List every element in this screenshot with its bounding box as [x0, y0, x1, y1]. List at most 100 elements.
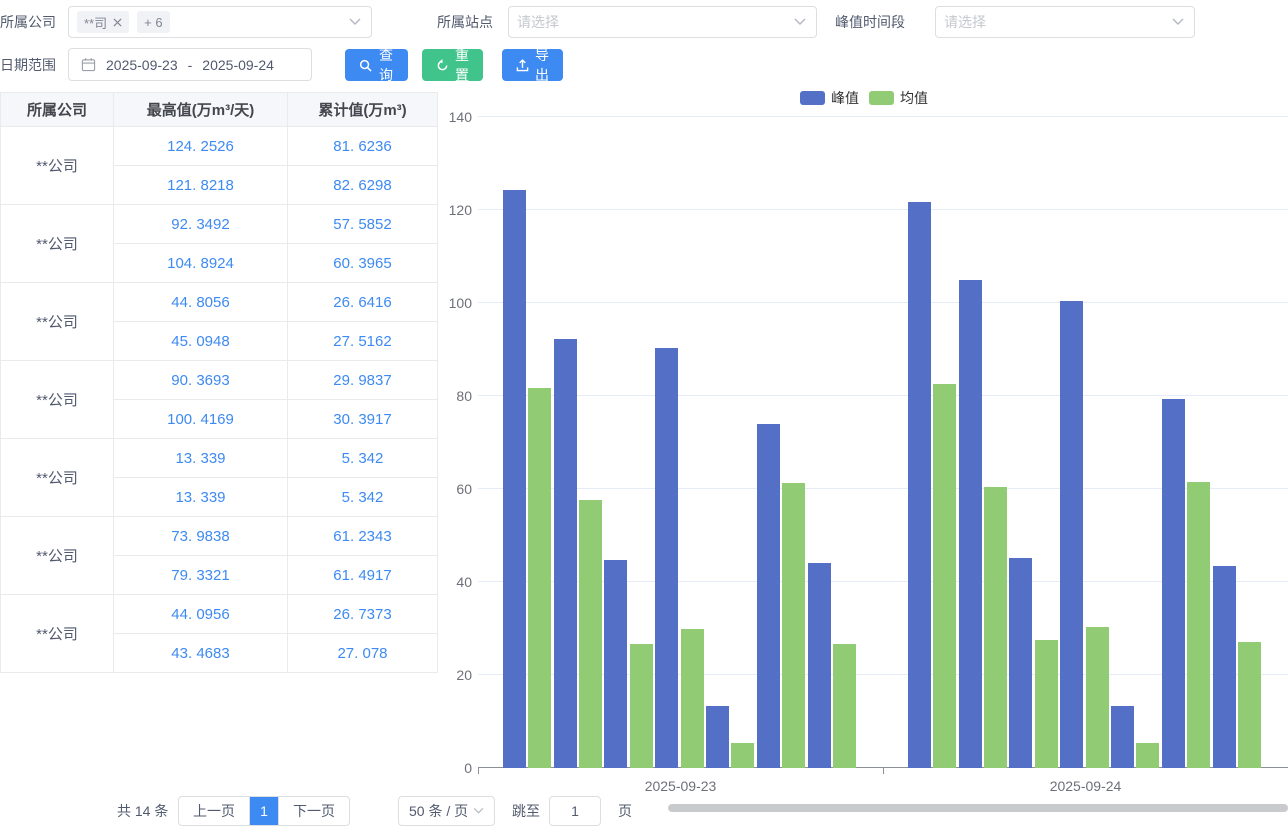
- y-axis-tick-label: 80: [438, 388, 472, 404]
- cumulative-value-cell[interactable]: 5. 342: [288, 478, 438, 517]
- reset-button[interactable]: 重置: [422, 49, 483, 81]
- legend-swatch-peak: [800, 91, 825, 105]
- reset-icon: [436, 59, 449, 72]
- avg-bar: [579, 500, 602, 768]
- chart-plot: 020406080100120140: [478, 117, 1288, 768]
- peak-period-select[interactable]: 请选择: [935, 6, 1195, 38]
- avg-bar: [933, 384, 956, 768]
- station-placeholder: 请选择: [517, 12, 559, 32]
- cumulative-value-cell[interactable]: 82. 6298: [288, 166, 438, 205]
- max-value-cell[interactable]: 73. 9838: [114, 517, 288, 556]
- max-value-cell[interactable]: 79. 3321: [114, 556, 288, 595]
- company-cell: **公司: [1, 283, 114, 361]
- max-value-cell[interactable]: 121. 8218: [114, 166, 288, 205]
- search-icon: [359, 59, 372, 72]
- max-value-cell[interactable]: 43. 4683: [114, 634, 288, 673]
- station-select[interactable]: 请选择: [508, 6, 817, 38]
- cumulative-value-cell[interactable]: 27. 5162: [288, 322, 438, 361]
- company-select[interactable]: **司 + 6: [68, 6, 372, 38]
- avg-bar: [731, 743, 754, 768]
- y-axis-tick-label: 40: [438, 574, 472, 590]
- peak-bar: [908, 202, 931, 768]
- date-range-input[interactable]: 2025-09-23 - 2025-09-24: [68, 48, 312, 81]
- max-value-cell[interactable]: 100. 4169: [114, 400, 288, 439]
- company-data-table: 所属公司 最高值(万m³/天) 累计值(万m³) **公司124. 252681…: [0, 92, 438, 673]
- export-button-label: 导出: [535, 45, 549, 85]
- gridline: [478, 116, 1288, 117]
- avg-bar: [1086, 627, 1109, 768]
- avg-bar: [984, 487, 1007, 768]
- avg-bar: [833, 644, 856, 768]
- cumulative-value-cell[interactable]: 61. 4917: [288, 556, 438, 595]
- peak-bar: [1162, 399, 1185, 768]
- calendar-icon: [81, 57, 96, 72]
- peak-bar: [655, 348, 678, 768]
- peak-bar: [808, 563, 831, 768]
- max-value-cell[interactable]: 104. 8924: [114, 244, 288, 283]
- next-page-button[interactable]: 下一页: [278, 797, 349, 825]
- column-header-max: 最高值(万m³/天): [114, 93, 288, 127]
- peak-bar: [706, 706, 729, 768]
- max-value-cell[interactable]: 13. 339: [114, 439, 288, 478]
- company-tag-label: **司: [84, 13, 107, 32]
- cumulative-value-cell[interactable]: 30. 3917: [288, 400, 438, 439]
- table-row: **公司90. 369329. 9837: [1, 361, 438, 400]
- export-button[interactable]: 导出: [502, 49, 563, 81]
- max-value-cell[interactable]: 13. 339: [114, 478, 288, 517]
- max-value-cell[interactable]: 90. 3693: [114, 361, 288, 400]
- table-row: **公司44. 095626. 7373: [1, 595, 438, 634]
- gridline: [478, 302, 1288, 303]
- query-button-label: 查询: [378, 45, 394, 85]
- max-value-cell[interactable]: 124. 2526: [114, 127, 288, 166]
- cumulative-value-cell[interactable]: 60. 3965: [288, 244, 438, 283]
- cumulative-value-cell[interactable]: 26. 6416: [288, 283, 438, 322]
- legend-item-peak[interactable]: 峰值: [800, 88, 859, 108]
- peak-bar: [604, 560, 627, 768]
- peak-bar: [554, 339, 577, 768]
- avg-bar: [1187, 482, 1210, 768]
- tag-close-icon[interactable]: [113, 18, 122, 27]
- y-axis-tick-label: 0: [438, 760, 472, 776]
- peak-bar: [757, 424, 780, 768]
- y-axis-tick-label: 100: [438, 295, 472, 311]
- peak-bar: [959, 280, 982, 768]
- column-header-company: 所属公司: [1, 93, 114, 127]
- cumulative-value-cell[interactable]: 5. 342: [288, 439, 438, 478]
- date-range-label: 日期范围: [0, 49, 56, 81]
- chart-horizontal-scrollbar[interactable]: [668, 804, 1288, 812]
- cumulative-value-cell[interactable]: 61. 2343: [288, 517, 438, 556]
- prev-page-button[interactable]: 上一页: [179, 797, 250, 825]
- max-value-cell[interactable]: 44. 0956: [114, 595, 288, 634]
- query-button[interactable]: 查询: [345, 49, 408, 81]
- company-cell: **公司: [1, 127, 114, 205]
- export-icon: [516, 59, 529, 72]
- table-row: **公司124. 252681. 6236: [1, 127, 438, 166]
- chevron-down-icon: [794, 18, 806, 26]
- cumulative-value-cell[interactable]: 26. 7373: [288, 595, 438, 634]
- bar-chart: 峰值 均值 020406080100120140 2025-09-232025-…: [440, 85, 1288, 837]
- date-separator: -: [188, 57, 193, 73]
- max-value-cell[interactable]: 44. 8056: [114, 283, 288, 322]
- cumulative-value-cell[interactable]: 27. 078: [288, 634, 438, 673]
- max-value-cell[interactable]: 92. 3492: [114, 205, 288, 244]
- column-header-cumulative: 累计值(万m³): [288, 93, 438, 127]
- cumulative-value-cell[interactable]: 81. 6236: [288, 127, 438, 166]
- cumulative-value-cell[interactable]: 57. 5852: [288, 205, 438, 244]
- x-axis-tick: [478, 768, 479, 774]
- company-cell: **公司: [1, 361, 114, 439]
- peak-period-filter-label: 峰值时间段: [835, 6, 905, 38]
- company-table-body: **公司124. 252681. 6236121. 821882. 6298**…: [1, 127, 438, 673]
- company-more-tag: + 6: [137, 11, 169, 33]
- current-page-button[interactable]: 1: [250, 797, 278, 825]
- station-filter-label: 所属站点: [437, 6, 493, 38]
- peak-bar: [1060, 301, 1083, 768]
- y-axis-tick-label: 120: [438, 202, 472, 218]
- table-header-row: 所属公司 最高值(万m³/天) 累计值(万m³): [1, 93, 438, 127]
- legend-swatch-avg: [869, 91, 894, 105]
- x-axis-category-label: 2025-09-24: [883, 778, 1288, 794]
- y-axis-tick-label: 20: [438, 667, 472, 683]
- max-value-cell[interactable]: 45. 0948: [114, 322, 288, 361]
- date-start: 2025-09-23: [106, 57, 178, 73]
- legend-item-avg[interactable]: 均值: [869, 88, 928, 108]
- cumulative-value-cell[interactable]: 29. 9837: [288, 361, 438, 400]
